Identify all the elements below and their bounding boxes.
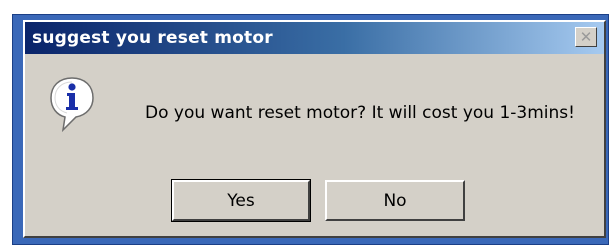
information-icon [47,74,97,134]
no-button-label: No [383,190,407,211]
no-button[interactable]: No [325,180,465,221]
close-button[interactable]: ✕ [575,27,597,47]
close-icon: ✕ [579,27,593,46]
dialog-title: suggest you reset motor [32,28,273,48]
message-dialog: suggest you reset motor ✕ Do you want re… [23,20,606,238]
dialog-message: Do you want reset motor? It will cost yo… [145,103,575,123]
yes-button-label: Yes [227,190,255,211]
yes-button[interactable]: Yes [171,179,311,222]
window-frame: suggest you reset motor ✕ Do you want re… [12,14,609,245]
title-bar[interactable]: suggest you reset motor ✕ [25,22,604,54]
